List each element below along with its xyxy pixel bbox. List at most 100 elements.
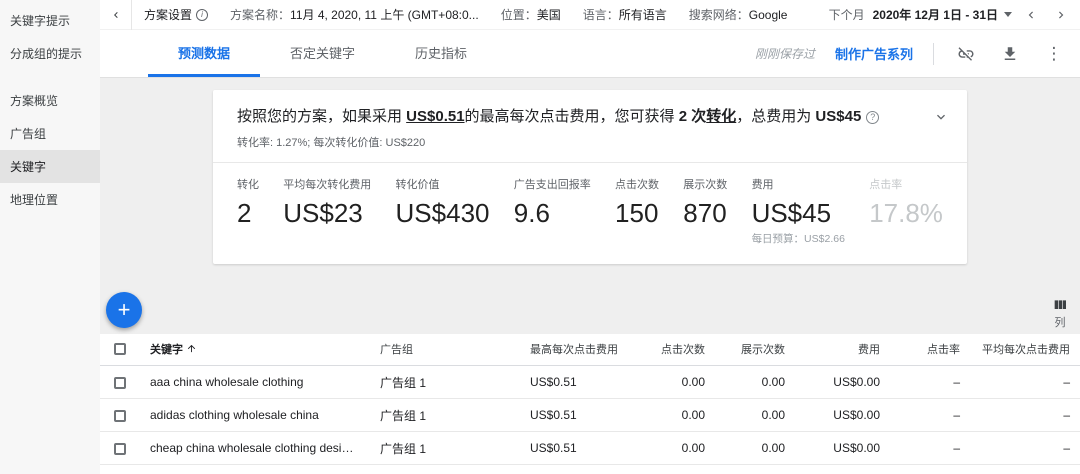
cell-avg-cpc: – — [970, 432, 1080, 465]
collapse-summary-button[interactable] — [929, 105, 953, 129]
caret-down-icon — [1004, 12, 1012, 17]
date-range-select[interactable]: 2020年 12月 1日 - 31日 — [873, 6, 1012, 23]
table-row: cheap china wholesale clothing free ship… — [100, 465, 1080, 474]
column-header-label: 关键字 — [150, 344, 183, 356]
plan-settings-button[interactable]: 方案设置 i — [144, 6, 208, 23]
column-header-cost[interactable]: 费用 — [795, 334, 890, 366]
headline-conversion-term[interactable]: 转化 — [706, 108, 736, 125]
cell-impressions: 0.00 — [715, 399, 795, 432]
unlink-button[interactable] — [954, 42, 978, 66]
cell-keyword: cheap china wholesale clothing designer — [140, 432, 370, 465]
cell-max-cpc[interactable]: US$0.51 — [520, 465, 630, 474]
cell-ad-group: 广告组 1 — [370, 366, 520, 399]
row-checkbox[interactable] — [114, 377, 126, 389]
column-header-impressions[interactable]: 展示次数 — [715, 334, 795, 366]
headline-cpc[interactable]: US$0.51 — [406, 108, 464, 125]
more-options-button[interactable]: ⋮ — [1042, 42, 1066, 66]
tabs: 预测数据 否定关键字 历史指标 — [148, 30, 497, 77]
cell-impressions: 0.00 — [715, 366, 795, 399]
columns-label: 列 — [1055, 314, 1066, 330]
table-header-row: 关键字 广告组 最高每次点击费用 点击次数 展示次数 费用 点击率 平均每次点击… — [100, 334, 1080, 366]
table-controls: + 列 — [100, 290, 1080, 330]
metric-value: 870 — [683, 199, 727, 228]
language-value: 所有语言 — [619, 8, 667, 22]
cell-ctr: – — [890, 432, 970, 465]
column-header-ctr[interactable]: 点击率 — [890, 334, 970, 366]
cell-keyword: cheap china wholesale clothing free ship… — [140, 465, 370, 474]
column-header-ad-group[interactable]: 广告组 — [370, 334, 520, 366]
sidebar-item-ad-groups[interactable]: 广告组 — [0, 117, 100, 150]
back-button[interactable] — [100, 0, 132, 30]
metrics-row: 转化 2 平均每次转化费用 US$23 转化价值 US$430 广告支出回报率 … — [213, 163, 967, 264]
network-label: 搜索网络： — [689, 8, 749, 22]
toolbar-actions: 刚刚保存过 制作广告系列 ⋮ — [755, 42, 1080, 66]
download-button[interactable] — [998, 42, 1022, 66]
prev-period-button[interactable] — [1020, 4, 1042, 26]
language-label: 语言： — [583, 8, 619, 22]
columns-button[interactable]: 列 — [1052, 297, 1068, 330]
metric-value: US$430 — [396, 199, 490, 228]
metric-conversion-value: 转化价值 US$430 — [396, 176, 490, 246]
cell-clicks: 0.00 — [630, 366, 715, 399]
column-header-max-cpc[interactable]: 最高每次点击费用 — [520, 334, 630, 366]
daily-budget: 每日预算：US$2.66 — [752, 231, 845, 246]
saved-status: 刚刚保存过 — [755, 45, 815, 62]
sidebar-group-plan: 方案概览 广告组 关键字 地理位置 — [0, 84, 100, 216]
kebab-menu-icon: ⋮ — [1046, 45, 1063, 62]
column-header-avg-cpc[interactable]: 平均每次点击费用 — [970, 334, 1080, 366]
language-field[interactable]: 语言：所有语言 — [583, 6, 667, 23]
select-all-checkbox[interactable] — [114, 343, 126, 355]
create-campaign-button[interactable]: 制作广告系列 — [835, 44, 913, 63]
metric-value: US$45 — [752, 199, 845, 228]
cell-ad-group: 广告组 1 — [370, 432, 520, 465]
column-header-clicks[interactable]: 点击次数 — [630, 334, 715, 366]
cell-cost: US$0.00 — [795, 366, 890, 399]
sidebar-item-grouped-ideas[interactable]: 分成组的提示 — [0, 37, 100, 70]
forecast-subline: 转化率: 1.27%; 每次转化价值: US$220 — [213, 134, 967, 150]
headline-total-cost: US$45 — [815, 108, 861, 125]
cell-max-cpc[interactable]: US$0.51 — [520, 366, 630, 399]
cell-avg-cpc: – — [970, 399, 1080, 432]
cell-max-cpc[interactable]: US$0.51 — [520, 399, 630, 432]
table-row: cheap china wholesale clothing designer … — [100, 432, 1080, 465]
sidebar-item-keyword-ideas[interactable]: 关键字提示 — [0, 4, 100, 37]
cell-max-cpc[interactable]: US$0.51 — [520, 432, 630, 465]
tab-negative-keywords[interactable]: 否定关键字 — [260, 30, 385, 77]
location-field[interactable]: 位置：美国 — [501, 6, 561, 23]
metric-impressions: 展示次数 870 — [683, 176, 727, 246]
headline-text: 的最高每次点击费用，您可获得 — [465, 108, 679, 125]
cell-ctr: – — [890, 465, 970, 474]
next-period-button[interactable] — [1050, 4, 1072, 26]
cell-cost: US$0.00 — [795, 399, 890, 432]
plan-name-field[interactable]: 方案名称：11月 4, 2020, 11 上午 (GMT+08:0... — [230, 6, 479, 23]
date-range-value: 2020年 12月 1日 - 31日 — [873, 6, 998, 23]
plan-settings-label: 方案设置 — [144, 6, 192, 23]
sidebar-item-keywords[interactable]: 关键字 — [0, 150, 100, 183]
metric-label: 转化价值 — [396, 176, 490, 192]
cell-ctr: – — [890, 399, 970, 432]
info-icon: i — [196, 9, 208, 21]
metric-avg-cost-per-conversion: 平均每次转化费用 US$23 — [283, 176, 371, 246]
sidebar-item-plan-overview[interactable]: 方案概览 — [0, 84, 100, 117]
metric-roas: 广告支出回报率 9.6 — [514, 176, 591, 246]
metric-clicks: 点击次数 150 — [615, 176, 659, 246]
headline-text: ，总费用为 — [736, 108, 815, 125]
sidebar-item-locations[interactable]: 地理位置 — [0, 183, 100, 216]
plus-icon: + — [118, 297, 131, 323]
topbar: 方案设置 i 方案名称：11月 4, 2020, 11 上午 (GMT+08:0… — [100, 0, 1080, 30]
tab-historical-metrics[interactable]: 历史指标 — [385, 30, 497, 77]
metric-value: 9.6 — [514, 199, 591, 228]
network-field[interactable]: 搜索网络：Google — [689, 6, 788, 23]
network-value: Google — [749, 8, 788, 22]
keywords-table: 关键字 广告组 最高每次点击费用 点击次数 展示次数 费用 点击率 平均每次点击… — [100, 334, 1080, 474]
row-checkbox[interactable] — [114, 443, 126, 455]
forecast-summary-card: 按照您的方案，如果采用 US$0.51的最高每次点击费用，您可获得 2 次转化，… — [213, 90, 967, 264]
metric-value: 2 — [237, 199, 259, 228]
column-header-keyword[interactable]: 关键字 — [140, 334, 370, 366]
help-icon[interactable]: ? — [866, 111, 879, 124]
add-keyword-button[interactable]: + — [106, 292, 142, 328]
sidebar: 关键字提示 分成组的提示 方案概览 广告组 关键字 地理位置 — [0, 0, 100, 474]
row-checkbox[interactable] — [114, 410, 126, 422]
tab-forecast-data[interactable]: 预测数据 — [148, 30, 260, 77]
plan-name-value: 11月 4, 2020, 11 上午 (GMT+08:0... — [290, 8, 479, 22]
